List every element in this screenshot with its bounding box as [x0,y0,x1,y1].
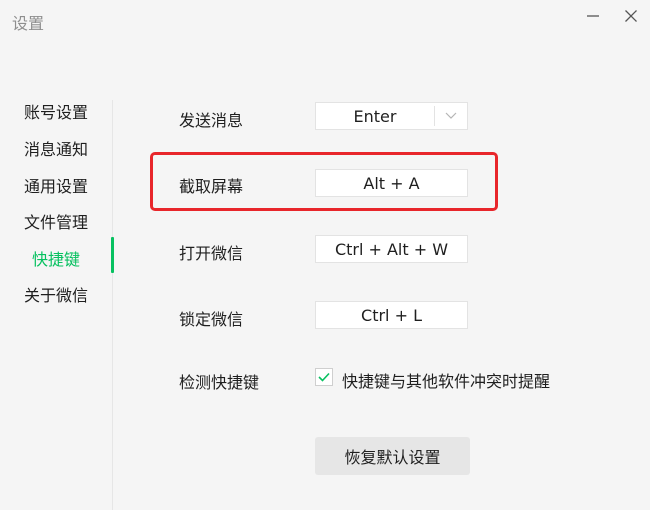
chevron-down-icon [445,112,457,119]
lock-wechat-shortcut-field[interactable]: Ctrl + L [315,301,468,329]
sidebar-item-notifications[interactable]: 消息通知 [24,136,88,160]
open-wechat-shortcut-field[interactable]: Ctrl + Alt + W [315,235,468,263]
checkmark-icon [318,372,330,382]
close-icon [625,10,637,22]
sidebar-divider [112,100,113,510]
sidebar-item-account[interactable]: 账号设置 [24,99,88,123]
conflict-alert-checkbox[interactable] [315,368,333,386]
minimize-button[interactable] [579,4,607,28]
lock-wechat-label: 锁定微信 [179,310,244,329]
sidebar-item-general[interactable]: 通用设置 [24,173,88,197]
settings-window: 设置 账号设置 消息通知 通用设置 文件管理 快捷键 关于微信 发送消息 Ent… [0,0,650,510]
send-message-label: 发送消息 [179,111,244,130]
sidebar-item-about[interactable]: 关于微信 [24,282,88,306]
close-button[interactable] [617,4,645,28]
send-message-select[interactable]: Enter [315,102,468,130]
active-indicator [111,237,114,273]
open-wechat-label: 打开微信 [179,244,244,263]
reset-defaults-button[interactable]: 恢复默认设置 [315,437,470,475]
send-message-value: Enter [353,106,397,126]
window-title: 设置 [12,14,45,33]
minimize-icon [587,15,599,17]
conflict-alert-label[interactable]: 快捷键与其他软件冲突时提醒 [342,368,550,392]
highlight-annotation [150,152,498,211]
sidebar-item-files[interactable]: 文件管理 [24,209,88,233]
select-separator [434,106,435,126]
detect-shortcut-label: 检测快捷键 [179,373,260,392]
sidebar-item-shortcuts[interactable]: 快捷键 [32,246,80,270]
